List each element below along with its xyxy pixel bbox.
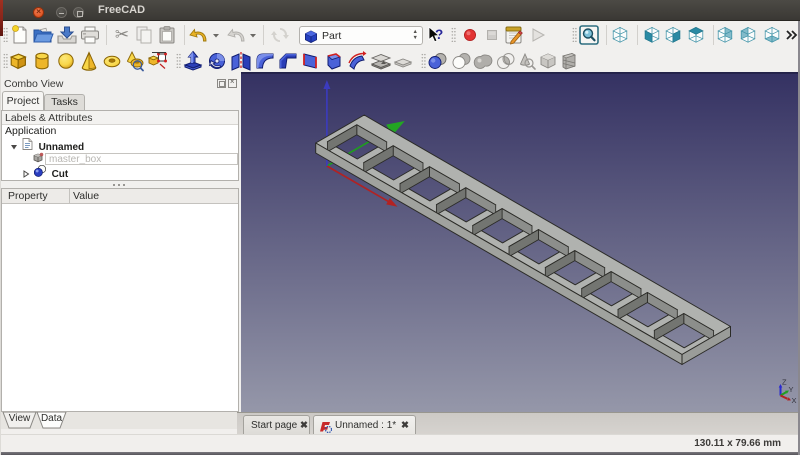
svg-text:X: X — [792, 396, 797, 405]
svg-text:Z: Z — [782, 378, 787, 387]
svg-text:Y: Y — [789, 385, 794, 394]
